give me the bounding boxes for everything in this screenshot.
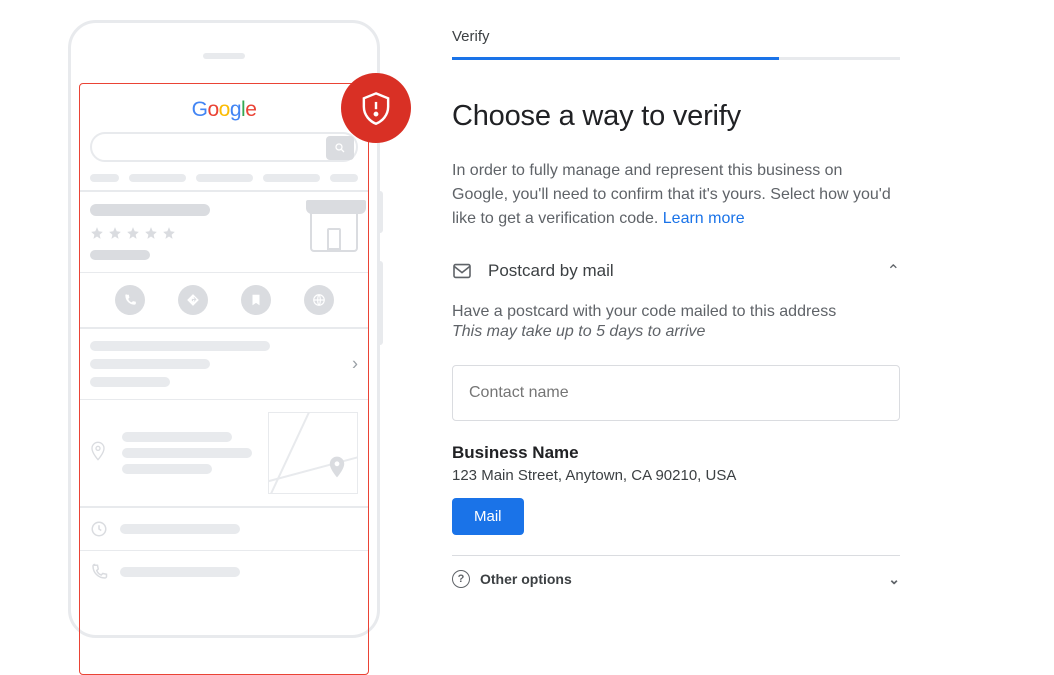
phone-side-button <box>377 191 383 233</box>
website-icon <box>304 285 334 315</box>
clock-icon <box>90 520 108 538</box>
progress-bar <box>452 57 900 60</box>
call-icon <box>115 285 145 315</box>
postcard-option-header[interactable]: Postcard by mail ⌃ <box>452 261 900 281</box>
search-icon <box>326 136 354 160</box>
phone-speaker <box>203 53 245 59</box>
verify-panel: Verify Choose a way to verify In order t… <box>400 0 920 636</box>
alert-badge <box>341 73 411 143</box>
address-row-placeholder <box>80 400 368 506</box>
business-name: Business Name <box>452 443 900 463</box>
directions-icon <box>178 285 208 315</box>
phone-icon <box>90 563 108 581</box>
chevron-right-icon: › <box>352 353 358 374</box>
option-title: Postcard by mail <box>488 261 871 281</box>
option-description-1: Have a postcard with your code mailed to… <box>452 303 900 321</box>
phone-screen: Google <box>79 83 369 675</box>
phone-row-placeholder <box>80 551 368 593</box>
help-icon: ? <box>452 570 470 588</box>
chevron-down-icon: ⌄ <box>888 571 900 588</box>
contact-name-input[interactable] <box>452 365 900 421</box>
illustration-panel: Google <box>0 0 400 636</box>
business-address: 123 Main Street, Anytown, CA 90210, USA <box>452 467 900 484</box>
text-row-placeholder: › <box>80 329 368 399</box>
learn-more-link[interactable]: Learn more <box>663 210 745 227</box>
description: In order to fully manage and represent t… <box>452 159 900 231</box>
phone-frame: Google <box>68 20 380 638</box>
mail-icon <box>452 263 472 279</box>
google-logo: Google <box>80 84 368 132</box>
option-description-2: This may take up to 5 days to arrive <box>452 323 900 341</box>
other-options-header[interactable]: ? Other options ⌄ <box>452 570 900 588</box>
stars-placeholder <box>90 226 296 240</box>
chips-placeholder <box>80 174 368 190</box>
mail-button[interactable]: Mail <box>452 498 524 535</box>
phone-side-button <box>377 261 383 345</box>
tab-verify: Verify <box>452 28 920 45</box>
search-bar-placeholder <box>90 132 358 162</box>
listing-header-placeholder <box>80 192 368 272</box>
page-title: Choose a way to verify <box>452 100 920 133</box>
shield-alert-icon <box>361 91 391 125</box>
pin-icon <box>90 441 106 461</box>
postcard-option-body: Have a postcard with your code mailed to… <box>452 303 900 535</box>
divider <box>452 555 900 556</box>
save-icon <box>241 285 271 315</box>
store-icon <box>310 204 358 252</box>
other-options-label: Other options <box>480 571 572 587</box>
chevron-up-icon: ⌃ <box>887 261 900 281</box>
action-icons-placeholder <box>80 273 368 327</box>
hours-row-placeholder <box>80 508 368 550</box>
map-thumbnail <box>268 412 358 494</box>
